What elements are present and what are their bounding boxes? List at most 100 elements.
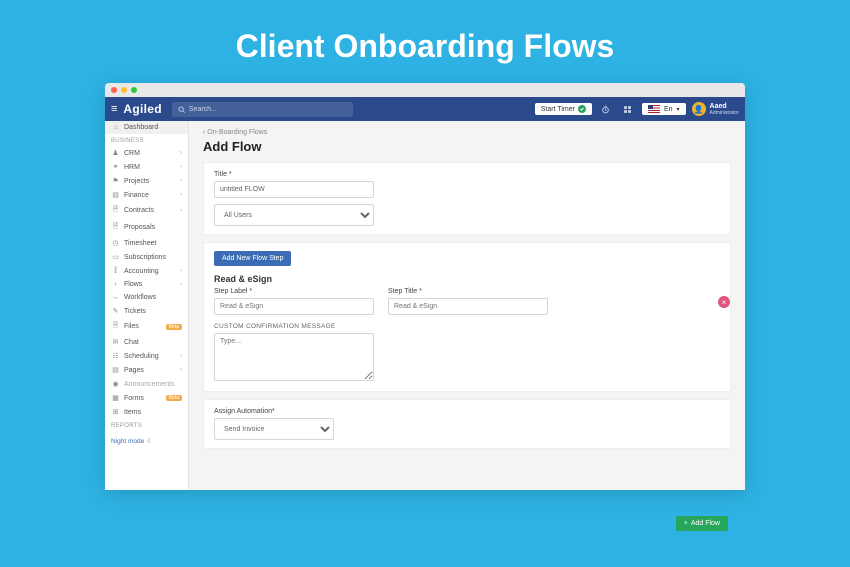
- chevron-down-icon: ▾: [677, 106, 680, 113]
- step-label-input[interactable]: [214, 298, 374, 315]
- chevron-right-icon: ›: [180, 282, 182, 288]
- sidebar-item-projects[interactable]: ⚑Projects›: [105, 174, 188, 188]
- chevron-right-icon: ›: [180, 178, 182, 184]
- title-label: Title *: [214, 171, 720, 178]
- sidebar-item-hrm[interactable]: ⚭HRM›: [105, 160, 188, 174]
- beta-badge: Beta: [166, 324, 182, 330]
- user-role: Administrator: [710, 110, 739, 116]
- form-icon: ▦: [111, 394, 120, 402]
- avatar: 👤: [692, 102, 706, 116]
- breadcrumb[interactable]: ‹ On-Boarding Flows: [203, 129, 731, 136]
- step-heading: Read & eSign: [214, 274, 720, 284]
- check-circle-icon: [578, 105, 586, 113]
- moon-icon: ☾: [147, 437, 153, 445]
- automation-card: Assign Automation* Send Invoice: [203, 399, 731, 449]
- sidebar-item-accounting[interactable]: ⫿Accounting›: [105, 264, 188, 278]
- add-flow-button[interactable]: + Add Flow: [676, 516, 728, 531]
- page-icon: ▤: [111, 366, 120, 374]
- chevron-right-icon: ›: [180, 192, 182, 198]
- subscription-icon: ▭: [111, 253, 120, 261]
- search-input[interactable]: [189, 106, 347, 113]
- start-timer-button[interactable]: Start Timer: [535, 103, 592, 115]
- sidebar-item-tickets[interactable]: ✎Tickets: [105, 304, 188, 318]
- brand-logo: Agiled: [123, 102, 161, 116]
- sidebar-item-crm[interactable]: ♟CRM›: [105, 146, 188, 160]
- title-card: Title * All Users: [203, 162, 731, 235]
- flow-title-input[interactable]: [214, 181, 374, 198]
- sidebar-item-announcements[interactable]: ◉Announcements: [105, 377, 188, 391]
- close-dot[interactable]: [111, 87, 117, 93]
- step-label-label: Step Label *: [214, 288, 374, 295]
- workflow-icon: ↔: [111, 294, 120, 301]
- calendar-icon: ☷: [111, 352, 120, 360]
- users-select[interactable]: All Users: [214, 204, 374, 226]
- box-icon: ⊞: [111, 408, 120, 416]
- contract-icon: 🗎: [111, 205, 120, 216]
- language-select[interactable]: En ▾: [642, 103, 686, 115]
- app-window: ≡ Agiled Start Timer En ▾ 👤: [105, 83, 745, 490]
- proposal-icon: 🗎: [111, 222, 120, 233]
- beta-badge: Beta: [166, 395, 182, 401]
- confirmation-textarea[interactable]: [214, 333, 374, 381]
- user-name: Aaed: [710, 103, 739, 110]
- step-title-input[interactable]: [388, 298, 548, 315]
- file-icon: 🗎: [111, 321, 120, 332]
- topbar: ≡ Agiled Start Timer En ▾ 👤: [105, 97, 745, 121]
- close-icon: ×: [722, 298, 727, 307]
- minimize-dot[interactable]: [121, 87, 127, 93]
- sidebar-item-chat[interactable]: ✉Chat: [105, 335, 188, 349]
- users-icon: ⚭: [111, 163, 120, 171]
- confirmation-label: Custom Confirmation Message: [214, 323, 720, 330]
- chevron-right-icon: ›: [180, 150, 182, 156]
- chat-icon: ✉: [111, 338, 120, 346]
- grid-icon[interactable]: [620, 101, 636, 117]
- sidebar-item-proposals[interactable]: 🗎Proposals: [105, 219, 188, 236]
- search-wrap[interactable]: [172, 102, 353, 117]
- sidebar-section-reports: Reports: [105, 419, 188, 431]
- window-titlebar: [105, 83, 745, 97]
- user-menu[interactable]: 👤 Aaed Administrator: [692, 102, 739, 116]
- night-mode-toggle[interactable]: Night mode☾: [105, 431, 188, 451]
- flow-icon: ›: [111, 281, 120, 288]
- project-icon: ⚑: [111, 177, 120, 185]
- chevron-right-icon: ›: [180, 353, 182, 359]
- hero-title: Client Onboarding Flows: [0, 0, 850, 83]
- main-content: ‹ On-Boarding Flows Add Flow Title * All…: [189, 121, 745, 490]
- sidebar-item-scheduling[interactable]: ☷Scheduling›: [105, 349, 188, 363]
- automation-label: Assign Automation*: [214, 408, 720, 415]
- sidebar-item-dashboard[interactable]: ⌂ Dashboard: [105, 121, 188, 134]
- document-icon: ▤: [111, 191, 120, 199]
- sidebar-item-forms[interactable]: ▦FormsBeta: [105, 391, 188, 405]
- timer-icon[interactable]: [598, 101, 614, 117]
- chevron-right-icon: ›: [180, 208, 182, 214]
- maximize-dot[interactable]: [131, 87, 137, 93]
- clock-icon: ◷: [111, 239, 120, 247]
- chevron-right-icon: ›: [180, 164, 182, 170]
- sidebar-item-pages[interactable]: ▤Pages›: [105, 363, 188, 377]
- sidebar-item-items[interactable]: ⊞Items: [105, 405, 188, 419]
- chevron-right-icon: ›: [180, 268, 182, 274]
- sidebar-item-workflows[interactable]: ↔Workflows: [105, 291, 188, 304]
- step-title-label: Step Title *: [388, 288, 548, 295]
- user-icon: ♟: [111, 149, 120, 157]
- sidebar-item-timesheet[interactable]: ◷Timesheet: [105, 236, 188, 250]
- sidebar-item-contracts[interactable]: 🗎Contracts›: [105, 202, 188, 219]
- sidebar: ⌂ Dashboard Business ♟CRM› ⚭HRM› ⚑Projec…: [105, 121, 189, 490]
- chevron-right-icon: ›: [180, 367, 182, 373]
- search-icon: [178, 106, 185, 113]
- sidebar-item-subscriptions[interactable]: ▭Subscriptions: [105, 250, 188, 264]
- page-title: Add Flow: [203, 139, 731, 154]
- sidebar-item-finance[interactable]: ▤Finance›: [105, 188, 188, 202]
- sidebar-item-files[interactable]: 🗎FilesBeta: [105, 318, 188, 335]
- hamburger-icon[interactable]: ≡: [111, 103, 117, 115]
- flag-icon: [648, 105, 660, 113]
- automation-select[interactable]: Send Invoice: [214, 418, 334, 440]
- delete-step-button[interactable]: ×: [718, 296, 730, 308]
- chart-icon: ⫿: [111, 267, 120, 275]
- sidebar-section-business: Business: [105, 134, 188, 146]
- add-step-button[interactable]: Add New Flow Step: [214, 251, 291, 266]
- megaphone-icon: ◉: [111, 380, 120, 388]
- sidebar-item-flows[interactable]: ›Flows›: [105, 278, 188, 291]
- chevron-left-icon: ‹: [203, 129, 205, 136]
- home-icon: ⌂: [111, 124, 120, 131]
